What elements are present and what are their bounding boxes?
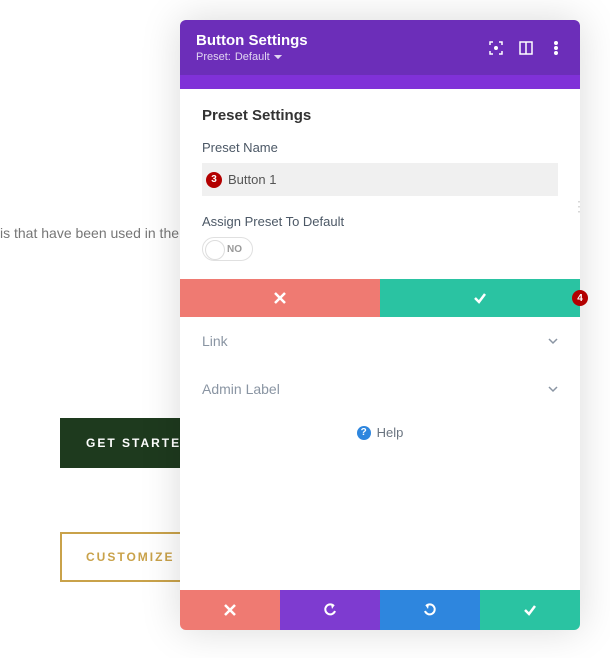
chevron-down-icon	[548, 384, 558, 394]
settings-panel: Button Settings Preset: Default er Prese…	[180, 20, 580, 630]
help-label: Help	[377, 425, 404, 440]
preset-confirm-button[interactable]	[380, 279, 580, 317]
footer-confirm-button[interactable]	[480, 590, 580, 630]
preset-settings-card: Preset Settings Preset Name 3 Assign Pre…	[180, 89, 580, 317]
header-strip	[180, 75, 580, 89]
section-link-label: Link	[202, 333, 228, 349]
close-icon	[223, 603, 237, 617]
preset-dropdown[interactable]: Preset: Default	[196, 51, 308, 63]
check-icon	[473, 291, 487, 305]
preset-name-input[interactable]	[202, 163, 558, 196]
preset-name-label: Preset Name	[202, 140, 558, 155]
more-vertical-icon[interactable]	[548, 40, 564, 56]
preset-value: Default	[235, 51, 270, 63]
footer-cancel-button[interactable]	[180, 590, 280, 630]
preset-cancel-button[interactable]	[180, 279, 380, 317]
chevron-down-icon	[548, 336, 558, 346]
panel-footer	[180, 590, 580, 630]
background-truncated-text: is that have been used in the l	[0, 225, 186, 241]
panel-header: Button Settings Preset: Default	[180, 20, 580, 75]
assign-default-label: Assign Preset To Default	[202, 214, 558, 229]
drag-handle-icon[interactable]: ⋮	[572, 198, 586, 215]
section-admin-label[interactable]: Admin Label	[180, 365, 580, 413]
preset-action-row: 4	[180, 279, 580, 317]
preset-settings-title: Preset Settings	[202, 107, 558, 124]
panel-title: Button Settings	[196, 32, 308, 49]
focus-icon[interactable]	[488, 40, 504, 56]
help-icon: ?	[357, 426, 371, 440]
step-badge-3: 3	[206, 172, 222, 188]
footer-undo-button[interactable]	[280, 590, 380, 630]
preset-prefix: Preset:	[196, 51, 231, 63]
section-link[interactable]: Link	[180, 317, 580, 365]
undo-icon	[323, 603, 337, 617]
help-link[interactable]: ? Help	[180, 413, 580, 590]
footer-redo-button[interactable]	[380, 590, 480, 630]
close-icon	[273, 291, 287, 305]
redo-icon	[423, 603, 437, 617]
section-admin-label-text: Admin Label	[202, 381, 280, 397]
columns-icon[interactable]	[518, 40, 534, 56]
assign-default-toggle[interactable]: NO	[202, 237, 253, 261]
check-icon	[523, 603, 537, 617]
step-badge-4: 4	[572, 290, 588, 306]
caret-down-icon	[274, 53, 282, 61]
